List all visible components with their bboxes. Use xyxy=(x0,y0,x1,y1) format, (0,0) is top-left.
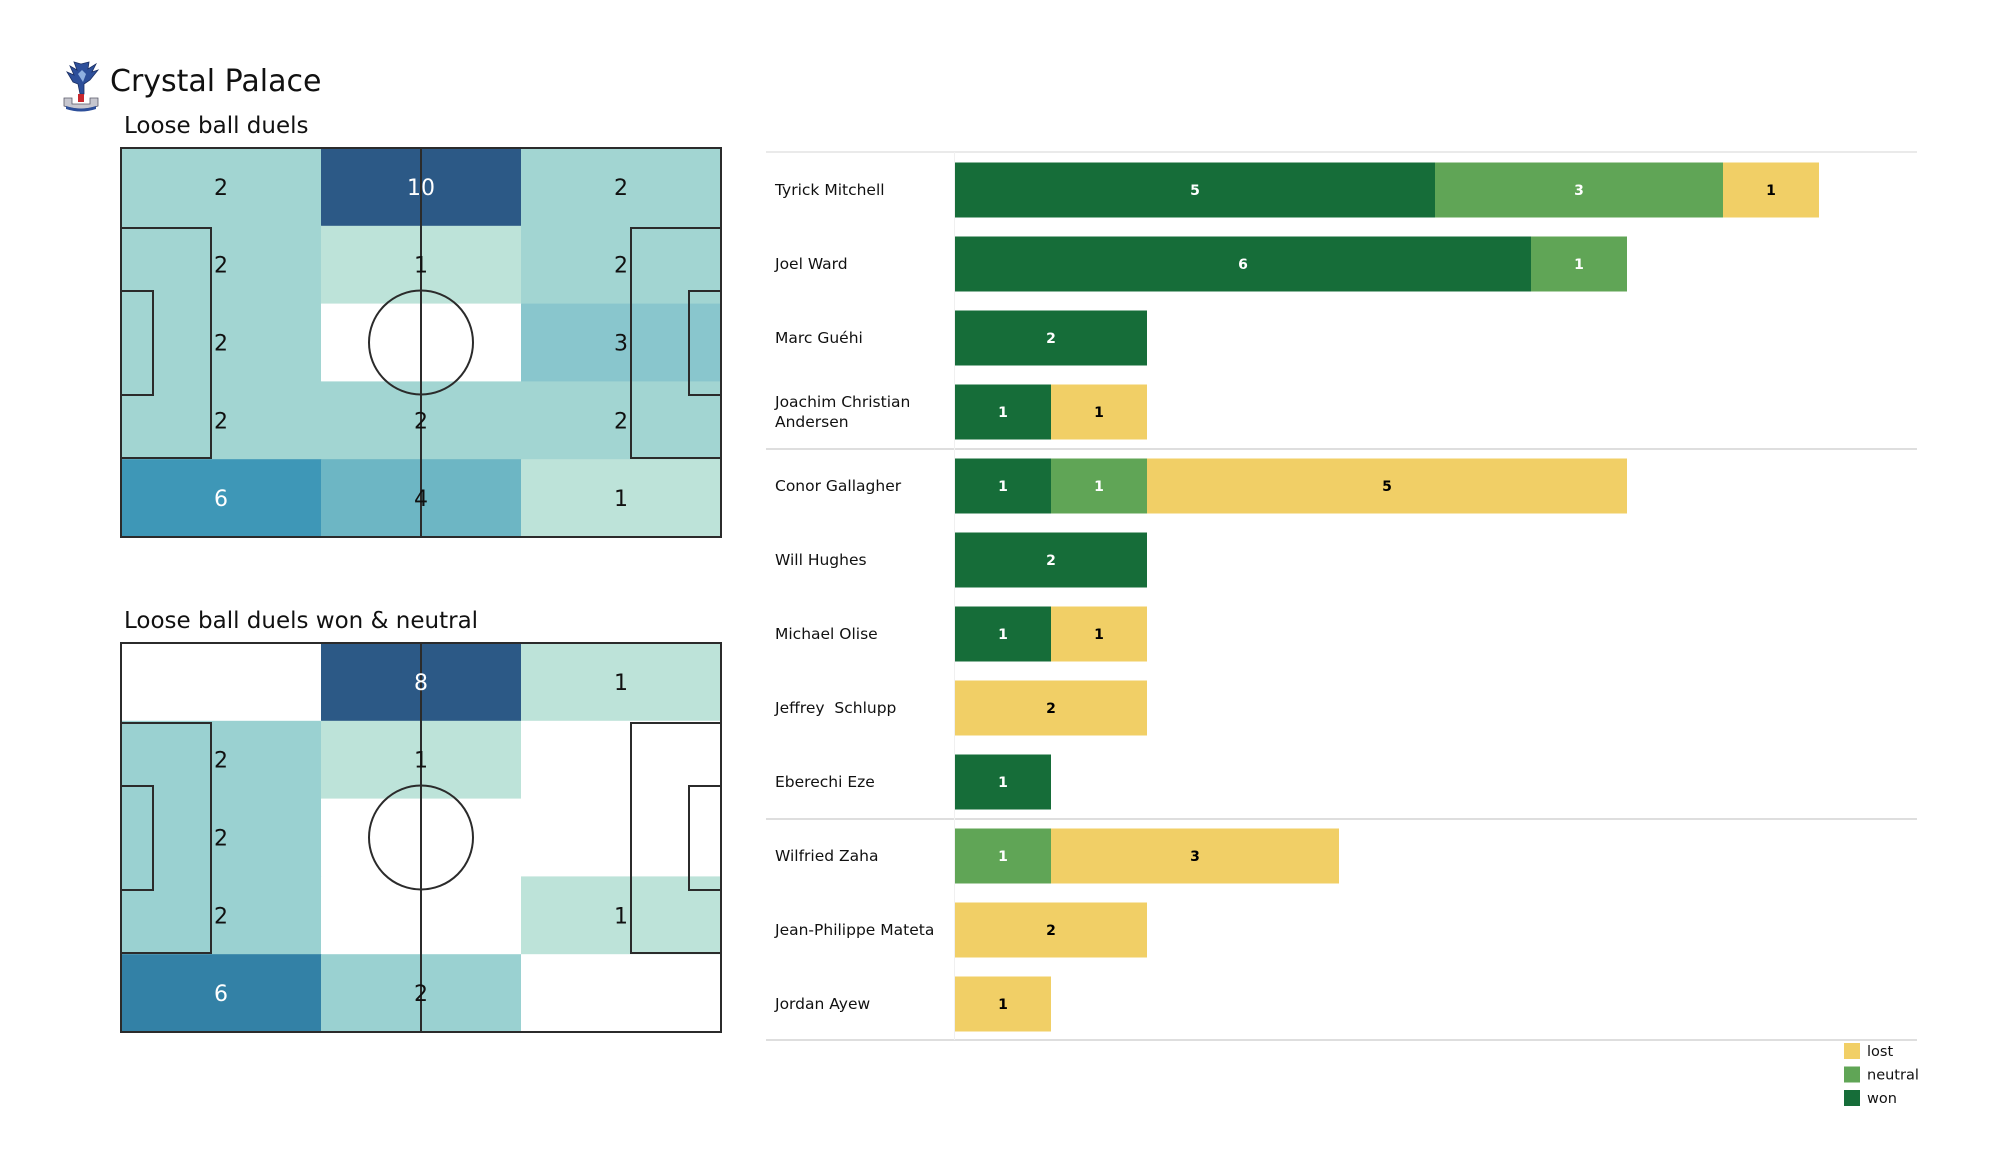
legend-swatch-lost xyxy=(1844,1043,1860,1059)
bar-value-label: 1 xyxy=(998,479,1008,495)
player-name-label: Will Hughes xyxy=(775,551,867,569)
bar-value-label: 1 xyxy=(998,849,1008,865)
bar-value-label: 1 xyxy=(998,997,1008,1013)
bar-value-label: 3 xyxy=(1574,183,1584,199)
bar-value-label: 2 xyxy=(1046,923,1056,939)
player-name-label: Joachim Christian Andersen xyxy=(774,393,910,431)
player-name-label: Wilfried Zaha xyxy=(775,847,878,865)
legend-swatch-neutral xyxy=(1844,1066,1860,1083)
bar-value-label: 3 xyxy=(1190,849,1200,865)
legend-label-neutral: neutral xyxy=(1867,1068,1919,1084)
legend-swatch-won xyxy=(1844,1090,1860,1106)
bar-value-label: 2 xyxy=(1046,331,1056,347)
legend-label-won: won xyxy=(1867,1091,1897,1107)
legend-label-lost: lost xyxy=(1867,1044,1893,1060)
bar-value-label: 1 xyxy=(998,775,1008,791)
bar-value-label: 1 xyxy=(998,627,1008,643)
bar-value-label: 5 xyxy=(1190,183,1200,199)
player-name-label: Joel Ward xyxy=(774,255,848,273)
bar-value-label: 1 xyxy=(1094,405,1104,421)
bar-value-label: 1 xyxy=(1766,183,1776,199)
player-name-label: Jeffrey Schlupp xyxy=(774,699,896,717)
bar-value-label: 5 xyxy=(1382,479,1392,495)
player-name-label: Jean-Philippe Mateta xyxy=(774,921,934,939)
bar-value-label: 2 xyxy=(1046,553,1056,569)
bar-value-label: 1 xyxy=(1094,479,1104,495)
bar-value-label: 1 xyxy=(998,405,1008,421)
player-name-label: Conor Gallagher xyxy=(775,477,902,495)
bar-value-label: 1 xyxy=(1094,627,1104,643)
player-name-label: Jordan Ayew xyxy=(774,995,871,1013)
player-name-label: Tyrick Mitchell xyxy=(774,181,885,199)
player-name-label: Eberechi Eze xyxy=(775,773,875,791)
player-name-label: Marc Guéhi xyxy=(775,329,863,347)
player-name-label: Michael Olise xyxy=(775,625,878,643)
bar-value-label: 6 xyxy=(1238,257,1248,273)
bar-value-label: 1 xyxy=(1574,257,1584,273)
bar-value-label: 2 xyxy=(1046,701,1056,717)
player-duels-bar-chart: Tyrick Mitchell 5 3 1 Joel Ward 6 1 Marc Guéhi 2… xyxy=(766,151,1919,1107)
